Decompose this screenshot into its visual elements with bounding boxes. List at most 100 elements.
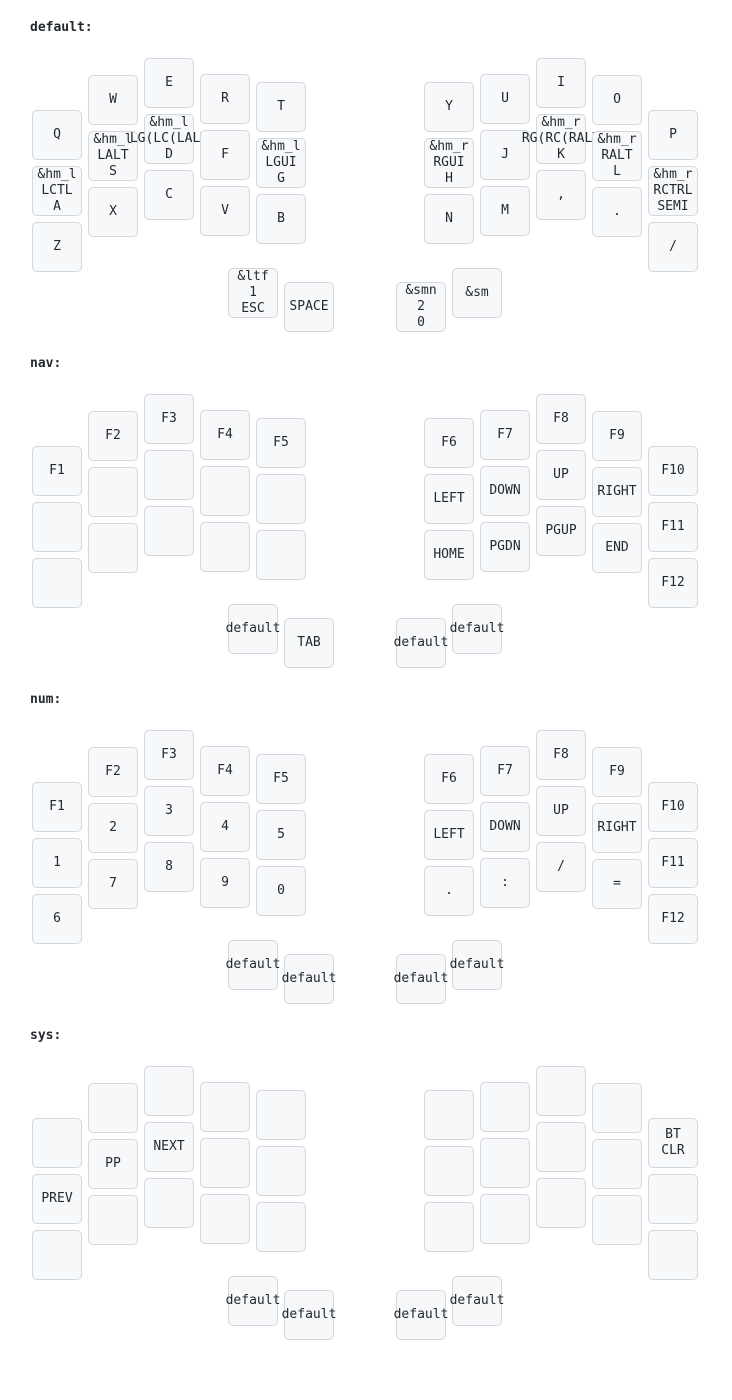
key: F5 xyxy=(256,418,306,468)
key: B xyxy=(256,194,306,244)
key-label: LEFT xyxy=(433,491,465,506)
key-label: 0 xyxy=(277,883,285,898)
key: F3 xyxy=(144,730,194,780)
key-label: 5 xyxy=(277,827,285,842)
key: default xyxy=(393,1290,449,1340)
key: T xyxy=(256,82,306,132)
key: 5 xyxy=(256,810,306,860)
key xyxy=(424,1090,474,1140)
key-label: &ltf 1 ESC xyxy=(237,269,269,316)
key-label: T xyxy=(277,99,285,114)
key: LEFT xyxy=(424,474,474,524)
key-label: F8 xyxy=(553,411,569,426)
key: : xyxy=(480,858,530,908)
key: default xyxy=(394,954,448,1004)
key-label: BT CLR xyxy=(661,1127,685,1158)
key: X xyxy=(88,187,138,237)
key: PGUP xyxy=(536,506,586,556)
key: PGDN xyxy=(480,522,530,572)
key-label: F1 xyxy=(49,799,65,814)
key-label: NEXT xyxy=(153,1139,185,1154)
key-label: = xyxy=(613,876,621,891)
key-label: / xyxy=(557,859,565,874)
key: PREV xyxy=(32,1174,82,1224)
key-label: &hm_l LALT S xyxy=(93,132,133,179)
key xyxy=(256,1146,306,1196)
key-label: PGUP xyxy=(545,523,577,538)
key: 9 xyxy=(200,858,250,908)
key xyxy=(32,1230,82,1280)
key-label: 3 xyxy=(165,803,173,818)
key xyxy=(200,1138,250,1188)
key: 7 xyxy=(88,859,138,909)
key: F5 xyxy=(256,754,306,804)
key: F4 xyxy=(200,410,250,460)
key: Y xyxy=(424,82,474,132)
key-label: . xyxy=(445,883,453,898)
key: . xyxy=(592,187,642,237)
key-label: default xyxy=(225,957,281,972)
key: / xyxy=(648,222,698,272)
key: F1 xyxy=(32,782,82,832)
key: DOWN xyxy=(480,466,530,516)
key xyxy=(424,1146,474,1196)
key-label: END xyxy=(605,540,629,555)
key: E xyxy=(144,58,194,108)
key: F7 xyxy=(480,746,530,796)
key-label: &hm_l LCTL A xyxy=(37,167,77,214)
key-label: UP xyxy=(553,803,569,818)
key xyxy=(88,467,138,517)
key xyxy=(536,1178,586,1228)
key-label: PP xyxy=(105,1156,121,1171)
key-label: F3 xyxy=(161,411,177,426)
key-label: F2 xyxy=(105,764,121,779)
key-label: / xyxy=(669,239,677,254)
key-label: DOWN xyxy=(489,483,521,498)
layer-sys: sys: BT CLR PREV PP NEXT default default defaul… xyxy=(0,1008,732,1344)
key: 6 xyxy=(32,894,82,944)
key xyxy=(424,1202,474,1252)
key: F8 xyxy=(536,730,586,780)
key: END xyxy=(592,523,642,573)
key-label: M xyxy=(501,203,509,218)
key: V xyxy=(200,186,250,236)
key-label: default xyxy=(393,1307,449,1322)
key-label: Z xyxy=(53,239,61,254)
key-label: default xyxy=(449,621,505,636)
key xyxy=(536,1122,586,1172)
key: &ltf 1 ESC xyxy=(228,268,278,318)
key-label: 1 xyxy=(53,855,61,870)
key xyxy=(200,1082,250,1132)
key-label: R xyxy=(221,91,229,106)
key xyxy=(88,1195,138,1245)
key: HOME xyxy=(424,530,474,580)
key: &hm_l LGUI G xyxy=(256,138,306,188)
key: TAB xyxy=(284,618,334,668)
key-label: 6 xyxy=(53,911,61,926)
key: F xyxy=(200,130,250,180)
key xyxy=(480,1082,530,1132)
key-label: E xyxy=(165,75,173,90)
key-label: PGDN xyxy=(489,539,521,554)
key-label: F11 xyxy=(661,855,685,870)
key-label: default xyxy=(225,1293,281,1308)
key-label: B xyxy=(277,211,285,226)
key xyxy=(592,1139,642,1189)
key: default xyxy=(450,940,504,990)
key: M xyxy=(480,186,530,236)
layer-title: nav: xyxy=(30,356,62,371)
key-label: &hm_r RGUI H xyxy=(429,139,469,186)
key-label: : xyxy=(501,875,509,890)
key-label: . xyxy=(613,204,621,219)
key: default xyxy=(225,940,281,990)
key: default xyxy=(226,604,280,654)
key-label: F xyxy=(221,147,229,162)
key xyxy=(648,1174,698,1224)
key xyxy=(144,450,194,500)
key xyxy=(592,1195,642,1245)
key-label: F11 xyxy=(661,519,685,534)
key: &hm_r RCTRL SEMI xyxy=(648,166,698,216)
key: UP xyxy=(536,450,586,500)
key-label: F9 xyxy=(609,428,625,443)
key-label: , xyxy=(557,187,565,202)
